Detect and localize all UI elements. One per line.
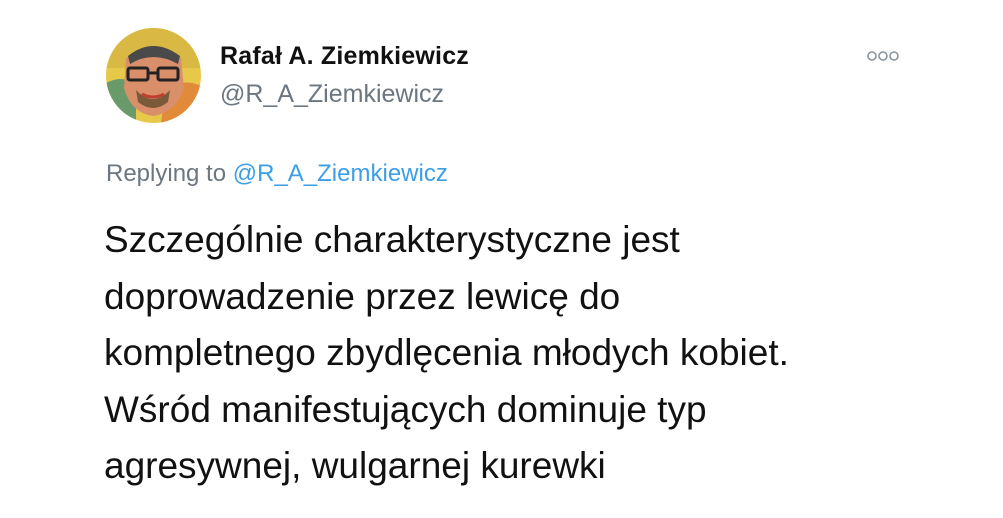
replying-to-handle-link[interactable]: @R_A_Ziemkiewicz <box>233 160 448 187</box>
avatar-illustration <box>106 28 201 123</box>
replying-to-line: Replying to @R_A_Ziemkiewicz <box>106 160 448 188</box>
author-handle[interactable]: @R_A_Ziemkiewicz <box>220 80 444 109</box>
tweet-card: Rafał A. Ziemkiewicz @R_A_Ziemkiewicz Re… <box>0 0 1003 518</box>
tweet-text-line: doprowadzenie przez lewicę do <box>104 275 621 317</box>
more-options-icon[interactable] <box>866 49 900 63</box>
tweet-text-line: agresywnej, wulgarnej kurewki <box>104 445 606 486</box>
tweet-text-line: Wśród manifestujących dominuje typ <box>104 388 707 430</box>
tweet-text-line: kompletnego zbydlęcenia młodych kobiet. <box>104 332 789 373</box>
tweet-body-text: Szczególnie charakterystyczne jest dopro… <box>104 212 964 495</box>
replying-to-label: Replying to <box>106 160 227 187</box>
profile-avatar[interactable] <box>106 28 201 123</box>
tweet-text-line: Szczególnie charakterystyczne jest <box>104 219 680 260</box>
author-display-name[interactable]: Rafał A. Ziemkiewicz <box>220 42 469 71</box>
